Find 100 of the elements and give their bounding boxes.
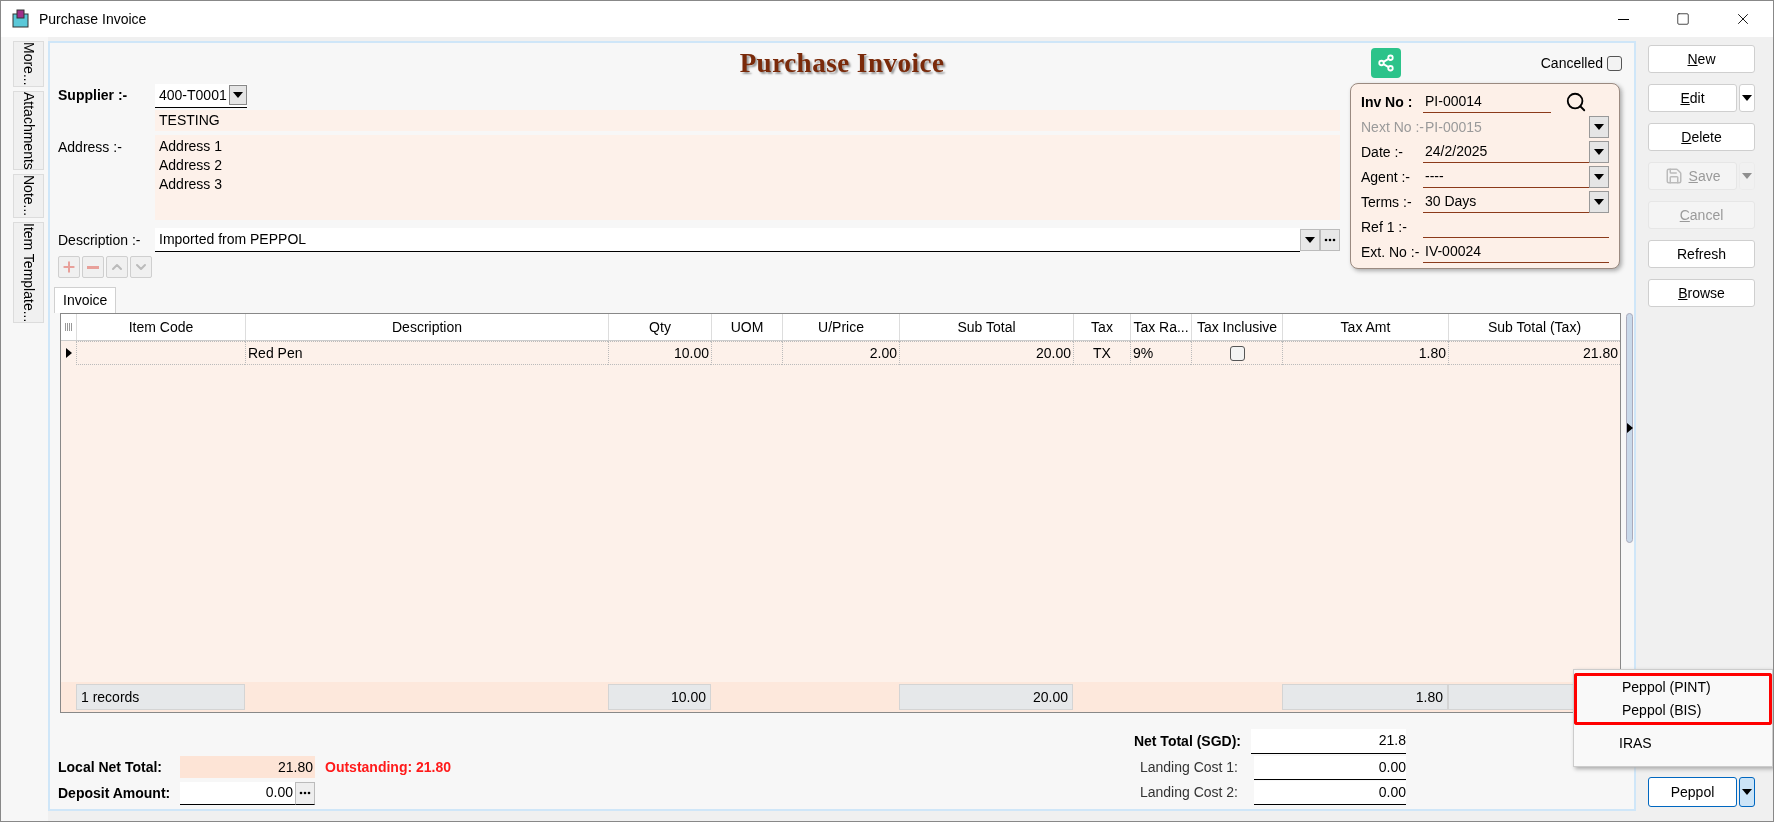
local-net-total-field: 21.80 bbox=[180, 756, 315, 778]
caret-icon bbox=[1741, 94, 1753, 102]
tax-inclusive-checkbox[interactable] bbox=[1229, 345, 1245, 361]
more-button[interactable] bbox=[1320, 229, 1340, 251]
plus-icon bbox=[61, 259, 77, 275]
ellipsis-icon bbox=[299, 791, 311, 795]
summary-cell: 1.80 bbox=[1282, 684, 1448, 710]
table-cell: 2.00 bbox=[782, 341, 899, 365]
dropdown-button[interactable] bbox=[1589, 191, 1609, 213]
dropdown-button[interactable] bbox=[1589, 141, 1609, 163]
ellipsis-icon bbox=[1324, 238, 1336, 242]
caret-icon bbox=[1593, 123, 1605, 131]
column-header[interactable]: Tax Ra... bbox=[1130, 314, 1191, 340]
field-label: Landing Cost 2: bbox=[1139, 783, 1238, 802]
field-label: Date :- bbox=[1361, 143, 1404, 162]
table-cell: 1.80 bbox=[1282, 341, 1448, 365]
summary-cell: 1 records bbox=[76, 684, 245, 710]
table-cell: 21.80 bbox=[1448, 341, 1620, 365]
header-field[interactable]: PI-00014 bbox=[1423, 91, 1551, 113]
app-icon bbox=[11, 9, 31, 29]
search-icon[interactable] bbox=[1565, 91, 1587, 113]
form-title: Purchase Invoice bbox=[739, 47, 945, 80]
column-header[interactable]: Sub Total (Tax) bbox=[1448, 314, 1620, 340]
side-tab[interactable]: Attachments bbox=[13, 90, 44, 171]
column-header[interactable]: Description bbox=[245, 314, 608, 340]
action-button[interactable]: Edit bbox=[1648, 84, 1737, 112]
supplier-name-field[interactable]: TESTING bbox=[155, 110, 1340, 131]
summary-cell: 10.00 bbox=[608, 684, 711, 710]
caret-icon bbox=[1741, 172, 1753, 180]
caret-icon bbox=[1593, 148, 1605, 156]
action-button[interactable]: Browse bbox=[1648, 279, 1755, 307]
share-icon bbox=[1376, 54, 1395, 73]
expand-arrow-icon[interactable] bbox=[1626, 423, 1633, 433]
column-header[interactable]: UOM bbox=[711, 314, 782, 340]
field-label: Landing Cost 1: bbox=[1139, 758, 1238, 777]
floppy-icon bbox=[1664, 167, 1683, 185]
dropdown-button[interactable] bbox=[1589, 166, 1609, 188]
scrollbar[interactable] bbox=[1626, 313, 1633, 543]
caret-icon bbox=[1741, 788, 1753, 796]
action-button[interactable]: Delete bbox=[1648, 123, 1755, 151]
table-cell bbox=[711, 341, 782, 365]
landing-cost-field[interactable]: 0.00 bbox=[1254, 755, 1406, 780]
address-field[interactable]: Address 1 Address 2 Address 3 bbox=[155, 135, 1340, 220]
table-cell: TX bbox=[1073, 341, 1130, 365]
description-field[interactable]: Imported from PEPPOL bbox=[155, 228, 1300, 252]
menu-item[interactable]: Peppol (PINT) bbox=[1574, 673, 1772, 699]
column-header[interactable]: Item Code bbox=[76, 314, 245, 340]
field-label: Ref 1 :- bbox=[1361, 218, 1408, 237]
table-cell: 9% bbox=[1130, 341, 1191, 365]
column-header[interactable]: U/Price bbox=[782, 314, 899, 340]
caret-icon bbox=[232, 91, 244, 99]
table-cell: 10.00 bbox=[608, 341, 711, 365]
action-button[interactable]: Refresh bbox=[1648, 240, 1755, 268]
field-label: Supplier :- bbox=[58, 86, 129, 105]
minus-icon bbox=[87, 265, 99, 269]
field-label: Agent :- bbox=[1361, 168, 1412, 187]
header-field[interactable]: IV-00024 bbox=[1423, 241, 1609, 263]
field-label: Ext. No :- bbox=[1361, 243, 1421, 262]
field-label: Next No :- bbox=[1361, 118, 1423, 137]
column-header[interactable]: Tax bbox=[1073, 314, 1130, 340]
action-button[interactable]: New bbox=[1648, 45, 1755, 73]
menu-item[interactable]: Peppol (BIS) bbox=[1574, 699, 1772, 725]
side-tab[interactable]: Note... bbox=[13, 174, 44, 218]
more-button[interactable] bbox=[295, 781, 315, 805]
window-title: Purchase Invoice bbox=[39, 9, 147, 29]
field-label: Terms :- bbox=[1361, 193, 1413, 212]
maximize-icon bbox=[1676, 12, 1690, 26]
column-header[interactable]: Tax Amt bbox=[1282, 314, 1448, 340]
caret-icon bbox=[1593, 198, 1605, 206]
dropdown-button[interactable] bbox=[1300, 229, 1320, 251]
export-button[interactable]: Peppol bbox=[1648, 777, 1737, 807]
column-header[interactable]: Tax Inclusive bbox=[1191, 314, 1282, 340]
field-label: Net Total (SGD): bbox=[1133, 731, 1241, 751]
side-tab[interactable]: More... bbox=[13, 41, 44, 87]
current-row-icon bbox=[65, 348, 72, 358]
net-total-field: 21.8 bbox=[1251, 728, 1406, 754]
column-menu-icon[interactable] bbox=[65, 322, 72, 332]
cancelled-checkbox[interactable] bbox=[1607, 55, 1622, 71]
landing-cost-field[interactable]: 0.00 bbox=[1254, 780, 1406, 805]
field-label: Local Net Total: bbox=[58, 757, 163, 777]
field-label: Address :- bbox=[58, 138, 123, 157]
summary-cell: 20.00 bbox=[899, 684, 1073, 710]
menu-item[interactable]: IRAS bbox=[1574, 730, 1772, 756]
side-tab[interactable]: Item Template... bbox=[13, 221, 44, 323]
caret-icon bbox=[1304, 236, 1316, 244]
column-header[interactable]: Sub Total bbox=[899, 314, 1073, 340]
supplier-dropdown[interactable]: 400-T0001 bbox=[155, 83, 247, 108]
caret-icon bbox=[1593, 173, 1605, 181]
minimize-icon bbox=[1617, 18, 1629, 20]
deposit-field[interactable]: 0.00 bbox=[180, 781, 295, 805]
cancelled-label: Cancelled bbox=[1540, 53, 1603, 73]
field-label: Deposit Amount: bbox=[58, 783, 172, 803]
field-label: Description :- bbox=[58, 230, 142, 250]
outstanding-text: Outstanding: 21.80 bbox=[325, 757, 452, 777]
grid-tab[interactable]: Invoice bbox=[54, 287, 117, 313]
table-cell: 20.00 bbox=[899, 341, 1073, 365]
menu-arrow-button[interactable] bbox=[1739, 777, 1755, 807]
table-cell: Red Pen bbox=[245, 341, 608, 365]
column-header[interactable]: Qty bbox=[608, 314, 711, 340]
field-label: Inv No : bbox=[1361, 93, 1414, 112]
